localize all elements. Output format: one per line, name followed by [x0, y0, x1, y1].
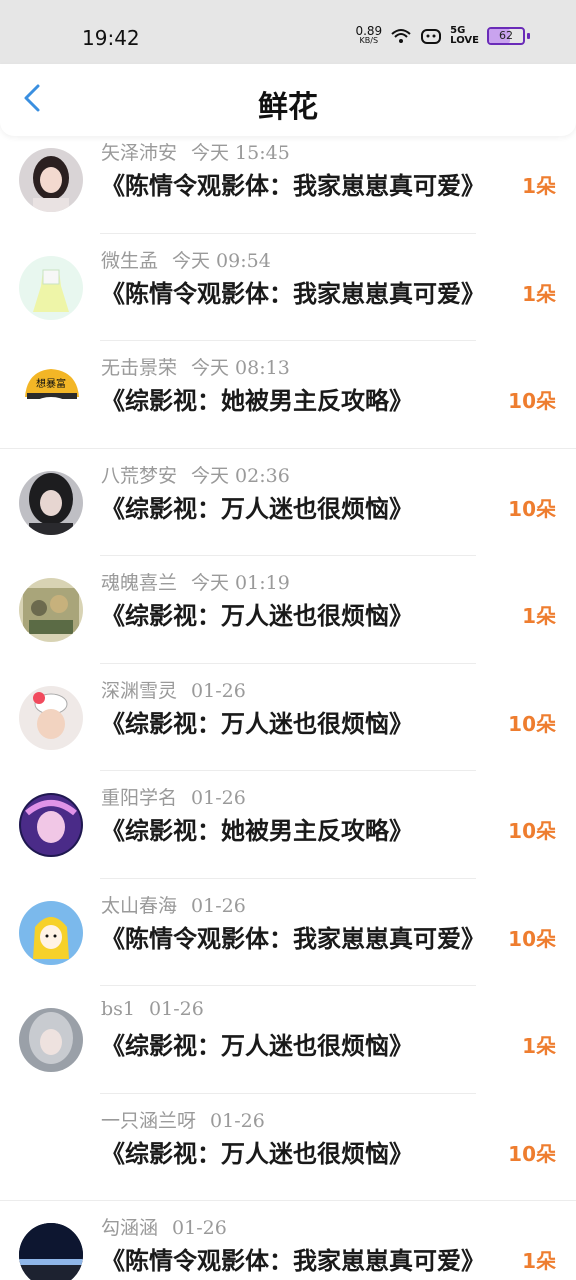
status-icons: 0.89 KB/S 5G LOVE 62: [355, 24, 530, 46]
sender-info: 矢泽沛安 今天 15:45: [101, 138, 290, 165]
flower-count: 1朵: [522, 604, 556, 628]
list-item[interactable]: 深渊雪灵 01-26 《综影视：万人迷也很烦恼》 10朵: [0, 664, 576, 771]
avatar[interactable]: [19, 1008, 83, 1072]
book-title[interactable]: 《综影视：万人迷也很烦恼》: [101, 1134, 413, 1169]
sender-info: 重阳学名 01-26: [101, 783, 246, 810]
pet-icon: [420, 27, 442, 45]
battery-icon: 62: [487, 27, 525, 45]
network-type: 5G LOVE: [450, 26, 479, 46]
sender-name[interactable]: 勾涵涵: [101, 1217, 158, 1239]
book-title[interactable]: 《综影视：万人迷也很烦恼》: [101, 596, 413, 631]
list-item[interactable]: 微生孟 今天 09:54 《陈情令观影体：我家崽崽真可爱》 1朵: [0, 234, 576, 341]
flower-gift-list: 矢泽沛安 今天 15:45 《陈情令观影体：我家崽崽真可爱》 1朵 微生孟 今天 09:5…: [0, 126, 576, 1280]
avatar[interactable]: 想暴富: [19, 363, 83, 427]
book-title[interactable]: 《综影视：万人迷也很烦恼》: [101, 704, 413, 739]
sender-name[interactable]: 无击景荣: [101, 357, 177, 379]
sender-info: 微生孟 今天 09:54: [101, 246, 271, 273]
flower-count: 10朵: [508, 711, 556, 736]
network-speed: 0.89 KB/S: [355, 24, 383, 46]
flower-count: 1朵: [522, 1249, 556, 1273]
gift-time: 01-26: [191, 787, 246, 809]
book-title[interactable]: 《综影视：万人迷也很烦恼》: [101, 1026, 413, 1061]
flower-count: 1朵: [522, 1034, 556, 1058]
nav-header: 鲜花: [0, 64, 576, 136]
sender-name[interactable]: 深渊雪灵: [101, 680, 177, 702]
list-item[interactable]: 想暴富 无击景荣 今天 08:13 《综影视：她被男主反攻略》 10朵: [0, 341, 576, 449]
sender-info: 勾涵涵 01-26: [101, 1213, 227, 1240]
gift-time: 今天 02:36: [191, 464, 290, 487]
list-item[interactable]: 重阳学名 01-26 《综影视：她被男主反攻略》 10朵: [0, 771, 576, 879]
sender-info: bs1 01-26: [101, 998, 204, 1020]
sender-info: 一只涵兰呀 01-26: [101, 1106, 265, 1133]
page-title: 鲜花: [258, 90, 318, 125]
status-bar: 19:42 0.89 KB/S 5G LOVE 62: [0, 0, 576, 64]
flower-count: 10朵: [508, 496, 556, 521]
avatar[interactable]: [19, 685, 83, 750]
sender-name[interactable]: bs1: [101, 998, 135, 1020]
sender-info: 八荒梦安 今天 02:36: [101, 461, 290, 488]
sender-name[interactable]: 太山春海: [101, 895, 177, 917]
battery-level: 62: [499, 29, 513, 42]
avatar[interactable]: [19, 1223, 83, 1280]
book-title[interactable]: 《陈情令观影体：我家崽崽真可爱》: [101, 166, 485, 201]
book-title[interactable]: 《综影视：万人迷也很烦恼》: [101, 489, 413, 524]
sender-info: 深渊雪灵 01-26: [101, 676, 246, 703]
avatar[interactable]: [19, 255, 83, 320]
list-item[interactable]: 太山春海 01-26 《陈情令观影体：我家崽崽真可爱》 10朵: [0, 879, 576, 986]
book-title[interactable]: 《陈情令观影体：我家崽崽真可爱》: [101, 274, 485, 309]
svg-text:想暴富: 想暴富: [36, 377, 66, 390]
gift-time: 01-26: [172, 1217, 227, 1239]
sender-name[interactable]: 矢泽沛安: [101, 142, 177, 164]
gift-time: 01-26: [149, 998, 204, 1020]
book-title[interactable]: 《陈情令观影体：我家崽崽真可爱》: [101, 1241, 485, 1276]
book-title[interactable]: 《综影视：她被男主反攻略》: [101, 381, 413, 416]
sender-name[interactable]: 魂魄喜兰: [101, 572, 177, 594]
screen: 19:42 0.89 KB/S 5G LOVE 62 鲜花 矢泽沛安 今天 15…: [0, 0, 576, 1280]
network-speed-value: 0.89: [355, 24, 383, 38]
flower-count: 1朵: [522, 281, 556, 306]
sender-info: 魂魄喜兰 今天 01:19: [101, 568, 290, 595]
network-speed-unit: KB/S: [359, 36, 379, 45]
sender-name[interactable]: 一只涵兰呀: [101, 1110, 196, 1132]
avatar[interactable]: [19, 148, 83, 212]
gift-time: 今天 09:54: [172, 249, 271, 272]
wifi-icon: [390, 27, 412, 45]
flower-count: 10朵: [508, 389, 556, 413]
book-title[interactable]: 《陈情令观影体：我家崽崽真可爱》: [101, 919, 485, 954]
list-item[interactable]: 魂魄喜兰 今天 01:19 《综影视：万人迷也很烦恼》 1朵: [0, 556, 576, 664]
avatar[interactable]: [19, 578, 83, 642]
list-item[interactable]: 八荒梦安 今天 02:36 《综影视：万人迷也很烦恼》 10朵: [0, 449, 576, 556]
status-time: 19:42: [82, 26, 140, 50]
list-item[interactable]: 矢泽沛安 今天 15:45 《陈情令观影体：我家崽崽真可爱》 1朵: [0, 126, 576, 234]
sender-name[interactable]: 重阳学名: [101, 787, 177, 809]
sender-name[interactable]: 微生孟: [101, 250, 158, 272]
flower-count: 10朵: [508, 1141, 556, 1166]
flower-count: 10朵: [508, 926, 556, 951]
list-item[interactable]: bs1 01-26 《综影视：万人迷也很烦恼》 1朵: [0, 986, 576, 1094]
gift-time: 今天 01:19: [191, 572, 290, 594]
flower-count: 10朵: [508, 819, 556, 843]
network-type-bottom: LOVE: [450, 35, 479, 46]
gift-time: 01-26: [191, 679, 246, 702]
sender-info: 太山春海 01-26: [101, 891, 246, 918]
book-title[interactable]: 《综影视：她被男主反攻略》: [101, 811, 413, 846]
list-item[interactable]: 勾涵涵 01-26 《陈情令观影体：我家崽崽真可爱》 1朵: [0, 1201, 576, 1280]
battery-cap: [527, 33, 530, 39]
sender-info: 无击景荣 今天 08:13: [101, 353, 290, 380]
gift-time: 01-26: [210, 1109, 265, 1132]
list-item[interactable]: 一只涵兰呀 01-26 《综影视：万人迷也很烦恼》 10朵: [0, 1094, 576, 1201]
gift-time: 今天 15:45: [191, 142, 290, 164]
flower-count: 1朵: [522, 174, 556, 198]
avatar[interactable]: [19, 793, 83, 857]
gift-time: 01-26: [191, 894, 246, 917]
avatar[interactable]: [19, 900, 83, 965]
avatar[interactable]: [19, 470, 83, 535]
gift-time: 今天 08:13: [191, 357, 290, 379]
avatar[interactable]: [19, 1116, 83, 1180]
sender-name[interactable]: 八荒梦安: [101, 465, 177, 487]
